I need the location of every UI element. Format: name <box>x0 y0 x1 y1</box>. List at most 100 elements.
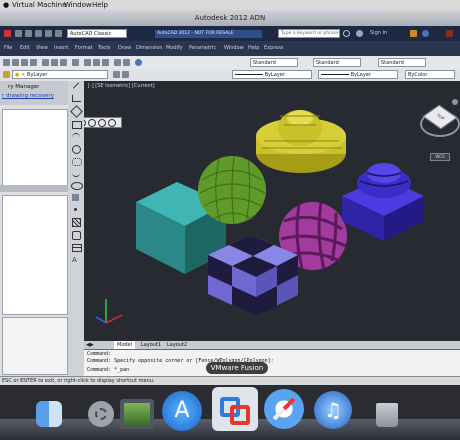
help-icon[interactable] <box>422 30 429 37</box>
exchange-icon[interactable] <box>410 30 417 37</box>
finder-icon[interactable] <box>36 401 62 427</box>
safari-icon[interactable] <box>264 389 304 429</box>
itunes-icon[interactable]: ♫ <box>314 391 352 429</box>
system-preferences-icon[interactable] <box>88 401 114 427</box>
search-icon[interactable] <box>343 30 350 37</box>
yellow-dome <box>256 110 346 173</box>
table-icon[interactable] <box>72 244 82 252</box>
lineweight-sample <box>321 74 349 75</box>
match-properties-icon[interactable] <box>72 59 79 66</box>
revcloud-icon[interactable] <box>72 158 82 166</box>
copy-icon[interactable] <box>51 59 58 66</box>
ellipse-icon[interactable] <box>71 182 83 190</box>
menu-parametric[interactable]: Parametric <box>189 41 216 56</box>
help-toolbar-icon[interactable] <box>135 59 142 66</box>
workspace-dropdown[interactable]: AutoCAD Classic <box>67 29 127 38</box>
palette-header: ry Manager r drawing recovery <box>0 81 68 105</box>
insert-block-icon[interactable] <box>72 194 79 201</box>
apple-icon[interactable]: ● <box>3 0 9 10</box>
line-icon[interactable] <box>72 82 80 89</box>
menu-express[interactable]: Express <box>264 41 284 56</box>
rectangle-icon[interactable] <box>72 121 82 129</box>
trash-icon[interactable] <box>376 403 398 427</box>
save-icon[interactable] <box>35 30 42 37</box>
spline-icon[interactable] <box>72 170 80 177</box>
close-icon[interactable] <box>446 30 453 37</box>
layer-previous-icon[interactable] <box>113 71 120 78</box>
menu-virtual-machine[interactable]: Virtual Machine <box>12 0 66 10</box>
new-file-icon[interactable] <box>3 59 10 66</box>
save-file-icon[interactable] <box>21 59 28 66</box>
compass-needle-icon <box>272 397 296 421</box>
table-style-dropdown[interactable]: Standard <box>378 58 426 67</box>
menu-draw[interactable]: Draw <box>118 41 131 56</box>
orbit-icon[interactable] <box>102 59 109 66</box>
palette-link[interactable]: r drawing recovery <box>2 93 54 99</box>
region-icon[interactable] <box>72 231 81 240</box>
menu-window[interactable]: Window <box>64 0 92 10</box>
blue-shape <box>342 163 424 241</box>
new-icon[interactable] <box>15 30 22 37</box>
menu-tools[interactable]: Tools <box>98 41 110 56</box>
menu-edit[interactable]: Edit <box>20 41 30 56</box>
menu-view[interactable]: View <box>36 41 48 56</box>
redo-icon[interactable] <box>55 30 62 37</box>
palette-preview-area[interactable] <box>2 317 68 375</box>
menu-dimension[interactable]: Dimension <box>136 41 163 56</box>
print-icon[interactable] <box>30 59 37 66</box>
point-icon[interactable] <box>74 208 77 211</box>
menu-insert[interactable]: Insert <box>54 41 68 56</box>
command-line[interactable]: Command: Command: Specify opposite corne… <box>84 349 460 377</box>
open-icon[interactable] <box>25 30 32 37</box>
nav-bar-icon[interactable] <box>452 99 458 105</box>
menu-help[interactable]: Help <box>248 41 259 56</box>
command-prompt[interactable]: Command: *_pan <box>87 367 129 373</box>
menu-format[interactable]: Format <box>75 41 93 56</box>
tab-layout1[interactable]: Layout1 <box>138 341 164 349</box>
menu-modify[interactable]: Modify <box>166 41 183 56</box>
app-menu-icon[interactable] <box>4 30 11 37</box>
open-file-icon[interactable] <box>12 59 19 66</box>
undo-icon[interactable] <box>45 30 52 37</box>
search-box[interactable]: Type a keyword or phrase <box>278 29 340 38</box>
color-dropdown[interactable]: ByColor <box>405 70 455 79</box>
app-store-icon[interactable]: A <box>162 391 202 431</box>
palette-title: ry Manager <box>8 84 40 90</box>
menu-help[interactable]: Help <box>92 0 108 10</box>
sign-in-link[interactable]: Sign In <box>370 26 387 41</box>
properties-icon[interactable] <box>114 59 121 66</box>
pan-icon[interactable] <box>84 59 91 66</box>
vmware-fusion-icon[interactable] <box>212 387 258 431</box>
linetype-dropdown[interactable]: ByLayer <box>232 70 312 79</box>
paste-icon[interactable] <box>60 59 67 66</box>
viewcube[interactable]: TOP <box>420 103 460 143</box>
palette-list-area[interactable] <box>2 109 68 186</box>
make-current-icon[interactable] <box>122 71 129 78</box>
mtext-icon[interactable]: A <box>72 257 77 264</box>
layer-sun-icon: ☀ <box>20 72 26 78</box>
tab-model[interactable]: Model <box>114 341 136 349</box>
zoom-icon[interactable] <box>93 59 100 66</box>
circle-icon[interactable] <box>72 145 81 154</box>
user-icon <box>356 30 363 37</box>
tab-layout2[interactable]: Layout2 <box>164 341 190 349</box>
text-style-dropdown[interactable]: Standard <box>250 58 298 67</box>
palette-detail-area[interactable] <box>2 195 68 315</box>
layer-dropdown[interactable]: ● ☀ ByLayer <box>12 70 108 79</box>
drawing-viewport[interactable]: [-] [SE Isometric] [Current] TOP WCS <box>84 81 460 343</box>
wcs-menu[interactable]: WCS <box>430 153 450 161</box>
preview-icon[interactable] <box>120 399 154 429</box>
hatch-icon[interactable] <box>72 218 81 227</box>
menu-file[interactable]: File <box>4 41 12 56</box>
arc-icon[interactable] <box>72 133 80 142</box>
polyline-icon[interactable] <box>72 95 81 102</box>
dim-style-dropdown[interactable]: Standard <box>313 58 361 67</box>
layer-manager-icon[interactable] <box>3 71 10 78</box>
palette-section-bar[interactable] <box>0 185 68 192</box>
cut-icon[interactable] <box>42 59 49 66</box>
menu-window[interactable]: Window <box>224 41 244 56</box>
lineweight-dropdown[interactable]: ByLayer <box>318 70 398 79</box>
polygon-icon[interactable] <box>70 105 83 118</box>
tab-nav-arrows[interactable]: ◀▶ <box>86 341 94 349</box>
design-center-icon[interactable] <box>123 59 130 66</box>
